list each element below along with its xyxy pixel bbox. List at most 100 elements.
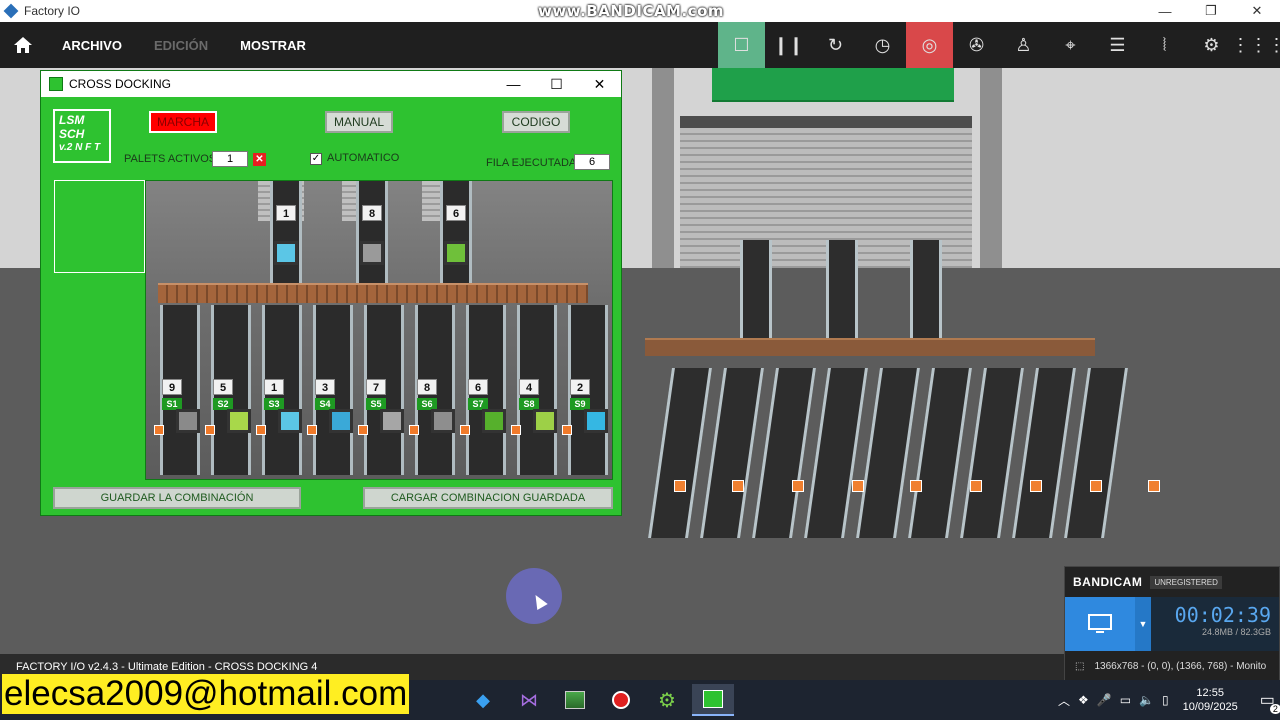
unregistered-badge: UNREGISTERED	[1150, 575, 1222, 589]
panel-close-button[interactable]: ✕	[578, 76, 621, 93]
factory-io-gear-icon: ⚙	[658, 689, 676, 712]
infeed-box	[274, 241, 298, 265]
guardar-combinacion-button[interactable]: GUARDAR LA COMBINACIÓN	[53, 487, 301, 509]
notification-count: 2	[1269, 704, 1280, 714]
simulation-tools: ☐ ❙❙ ↻ ◷ ◎ ✇ ♙ ⌖ ☰ ⦚ ⚙ ⋮⋮⋮	[718, 22, 1280, 68]
home-button[interactable]	[0, 22, 46, 68]
timer-button[interactable]: ◷	[859, 22, 906, 68]
vscode-taskbar-button[interactable]: ◆	[462, 684, 504, 716]
cross-docking-app-icon	[49, 77, 63, 91]
image-app-taskbar-button[interactable]	[554, 684, 596, 716]
tray-expand-icon[interactable]: ︿	[1058, 692, 1070, 709]
orange-pallet-marker	[205, 425, 215, 435]
taskbar-pins: ◆ ⋈ ⚙	[462, 684, 734, 716]
visual-studio-taskbar-button[interactable]: ⋈	[508, 684, 550, 716]
sorting-roller-conveyor	[645, 338, 1095, 356]
marcha-button[interactable]: MARCHA	[149, 111, 217, 133]
vscode-icon: ◆	[476, 689, 490, 710]
menu-mostrar[interactable]: MOSTRAR	[240, 38, 306, 53]
app-toolbar: ARCHIVO EDICIÓN MOSTRAR ☐ ❙❙ ↻ ◷ ◎ ✇ ♙ ⌖…	[0, 22, 1280, 68]
region-select-icon[interactable]: ⬚	[1075, 661, 1084, 672]
palets-activos-field[interactable]: 1	[212, 151, 248, 167]
factory-io-app-icon	[3, 3, 19, 19]
outfeed-tag: 1	[264, 379, 284, 395]
close-button[interactable]: ✕	[1234, 3, 1280, 19]
bandicam-widget[interactable]: BANDICAM UNREGISTERED ▼ 00:02:39 24.8MB …	[1064, 566, 1280, 682]
pallet-marker	[1148, 480, 1160, 492]
mode-dropdown-button[interactable]: ▼	[1135, 597, 1151, 651]
pause-icon: ❙❙	[773, 34, 804, 55]
mini-infeed-belt	[440, 181, 472, 283]
cross-docking-icon	[703, 690, 723, 708]
codigo-button[interactable]: CODIGO	[502, 111, 570, 133]
wall-beam	[652, 68, 674, 288]
stop-square-icon: ☐	[733, 34, 750, 55]
bandicam-header: BANDICAM UNREGISTERED	[1065, 567, 1279, 597]
screen-record-button[interactable]	[1065, 597, 1135, 651]
windows-taskbar: elecsa2009@hotmail.com ◆ ⋈ ⚙ ︿ ❖ 🎤 ▭ 🔈 ▯…	[0, 674, 1280, 720]
display-icon[interactable]: ▯	[1162, 693, 1169, 707]
sorted-box	[227, 409, 251, 433]
minimize-button[interactable]: —	[1142, 4, 1188, 19]
email-overlay: elecsa2009@hotmail.com	[2, 674, 410, 714]
restore-button[interactable]: ❐	[1188, 3, 1234, 19]
orange-pallet-marker	[307, 425, 317, 435]
outfeed-tag: 9	[162, 379, 182, 395]
crosshair-icon: ⌖	[1065, 34, 1076, 55]
cargar-combinacion-button[interactable]: CARGAR COMBINACION GUARDADA	[363, 487, 613, 509]
system-tray: ︿ ❖ 🎤 ▭ 🔈 ▯ 12:55 10/09/2025 ▭ 2	[1058, 680, 1280, 720]
person-button[interactable]: ♙	[1000, 22, 1047, 68]
list-button[interactable]: ☰	[1094, 22, 1141, 68]
outfeed-tag: 8	[417, 379, 437, 395]
wall-beam	[980, 68, 1002, 288]
panel-maximize-button[interactable]: ☐	[535, 76, 578, 93]
camera-target-button[interactable]: ◎	[906, 22, 953, 68]
reset-button[interactable]: ↻	[812, 22, 859, 68]
pallet-marker	[970, 480, 982, 492]
menu-archivo[interactable]: ARCHIVO	[62, 38, 122, 53]
logo-line1: LSM SCH	[59, 113, 85, 141]
infeed-conveyor	[740, 240, 772, 340]
pause-button[interactable]: ❙❙	[765, 22, 812, 68]
exit-sign	[712, 68, 954, 102]
notification-center-icon[interactable]: ▭ 2	[1260, 690, 1280, 714]
dropbox-icon[interactable]: ❖	[1078, 693, 1089, 707]
network-icon[interactable]: ▭	[1120, 693, 1131, 707]
cross-docking-taskbar-button[interactable]	[692, 684, 734, 716]
orange-pallet-marker	[562, 425, 572, 435]
drivers-button[interactable]: ⚙	[1188, 22, 1235, 68]
orange-pallet-marker	[358, 425, 368, 435]
sorted-box	[431, 409, 455, 433]
crosshair-button[interactable]: ⌖	[1047, 22, 1094, 68]
pallet-marker	[732, 480, 744, 492]
pallet-marker	[1090, 480, 1102, 492]
stop-button[interactable]: ☐	[718, 22, 765, 68]
sorted-box	[329, 409, 353, 433]
outfeed-tag: 2	[570, 379, 590, 395]
panel-minimize-button[interactable]: —	[492, 76, 535, 92]
microphone-icon[interactable]: 🎤	[1097, 693, 1112, 707]
cross-docking-titlebar[interactable]: CROSS DOCKING — ☐ ✕	[41, 71, 621, 97]
factory-io-taskbar-button[interactable]: ⚙	[646, 684, 688, 716]
bandicam-taskbar-button[interactable]	[600, 684, 642, 716]
sensor-button[interactable]: ⦚	[1141, 22, 1188, 68]
sorted-box	[278, 409, 302, 433]
aperture-button[interactable]: ✇	[953, 22, 1000, 68]
automatico-checkbox[interactable]: ✓	[310, 153, 322, 165]
manual-button[interactable]: MANUAL	[325, 111, 393, 133]
orange-pallet-marker	[409, 425, 419, 435]
grid-button[interactable]: ⋮⋮⋮	[1232, 22, 1280, 68]
sorted-box	[380, 409, 404, 433]
outfeed-tag: 4	[519, 379, 539, 395]
visual-studio-icon: ⋈	[520, 689, 538, 710]
orange-pallet-marker	[460, 425, 470, 435]
drivers-icon: ⚙	[1203, 34, 1220, 55]
clear-palets-button[interactable]: ✕	[253, 153, 266, 166]
sorted-box	[584, 409, 608, 433]
sorted-box	[533, 409, 557, 433]
infeed-tag: 8	[362, 205, 382, 221]
volume-icon[interactable]: 🔈	[1139, 693, 1154, 707]
fila-ejecutada-label: FILA EJECUTADA	[486, 157, 577, 169]
system-clock[interactable]: 12:55 10/09/2025	[1183, 686, 1238, 714]
fila-ejecutada-field[interactable]: 6	[574, 154, 610, 170]
